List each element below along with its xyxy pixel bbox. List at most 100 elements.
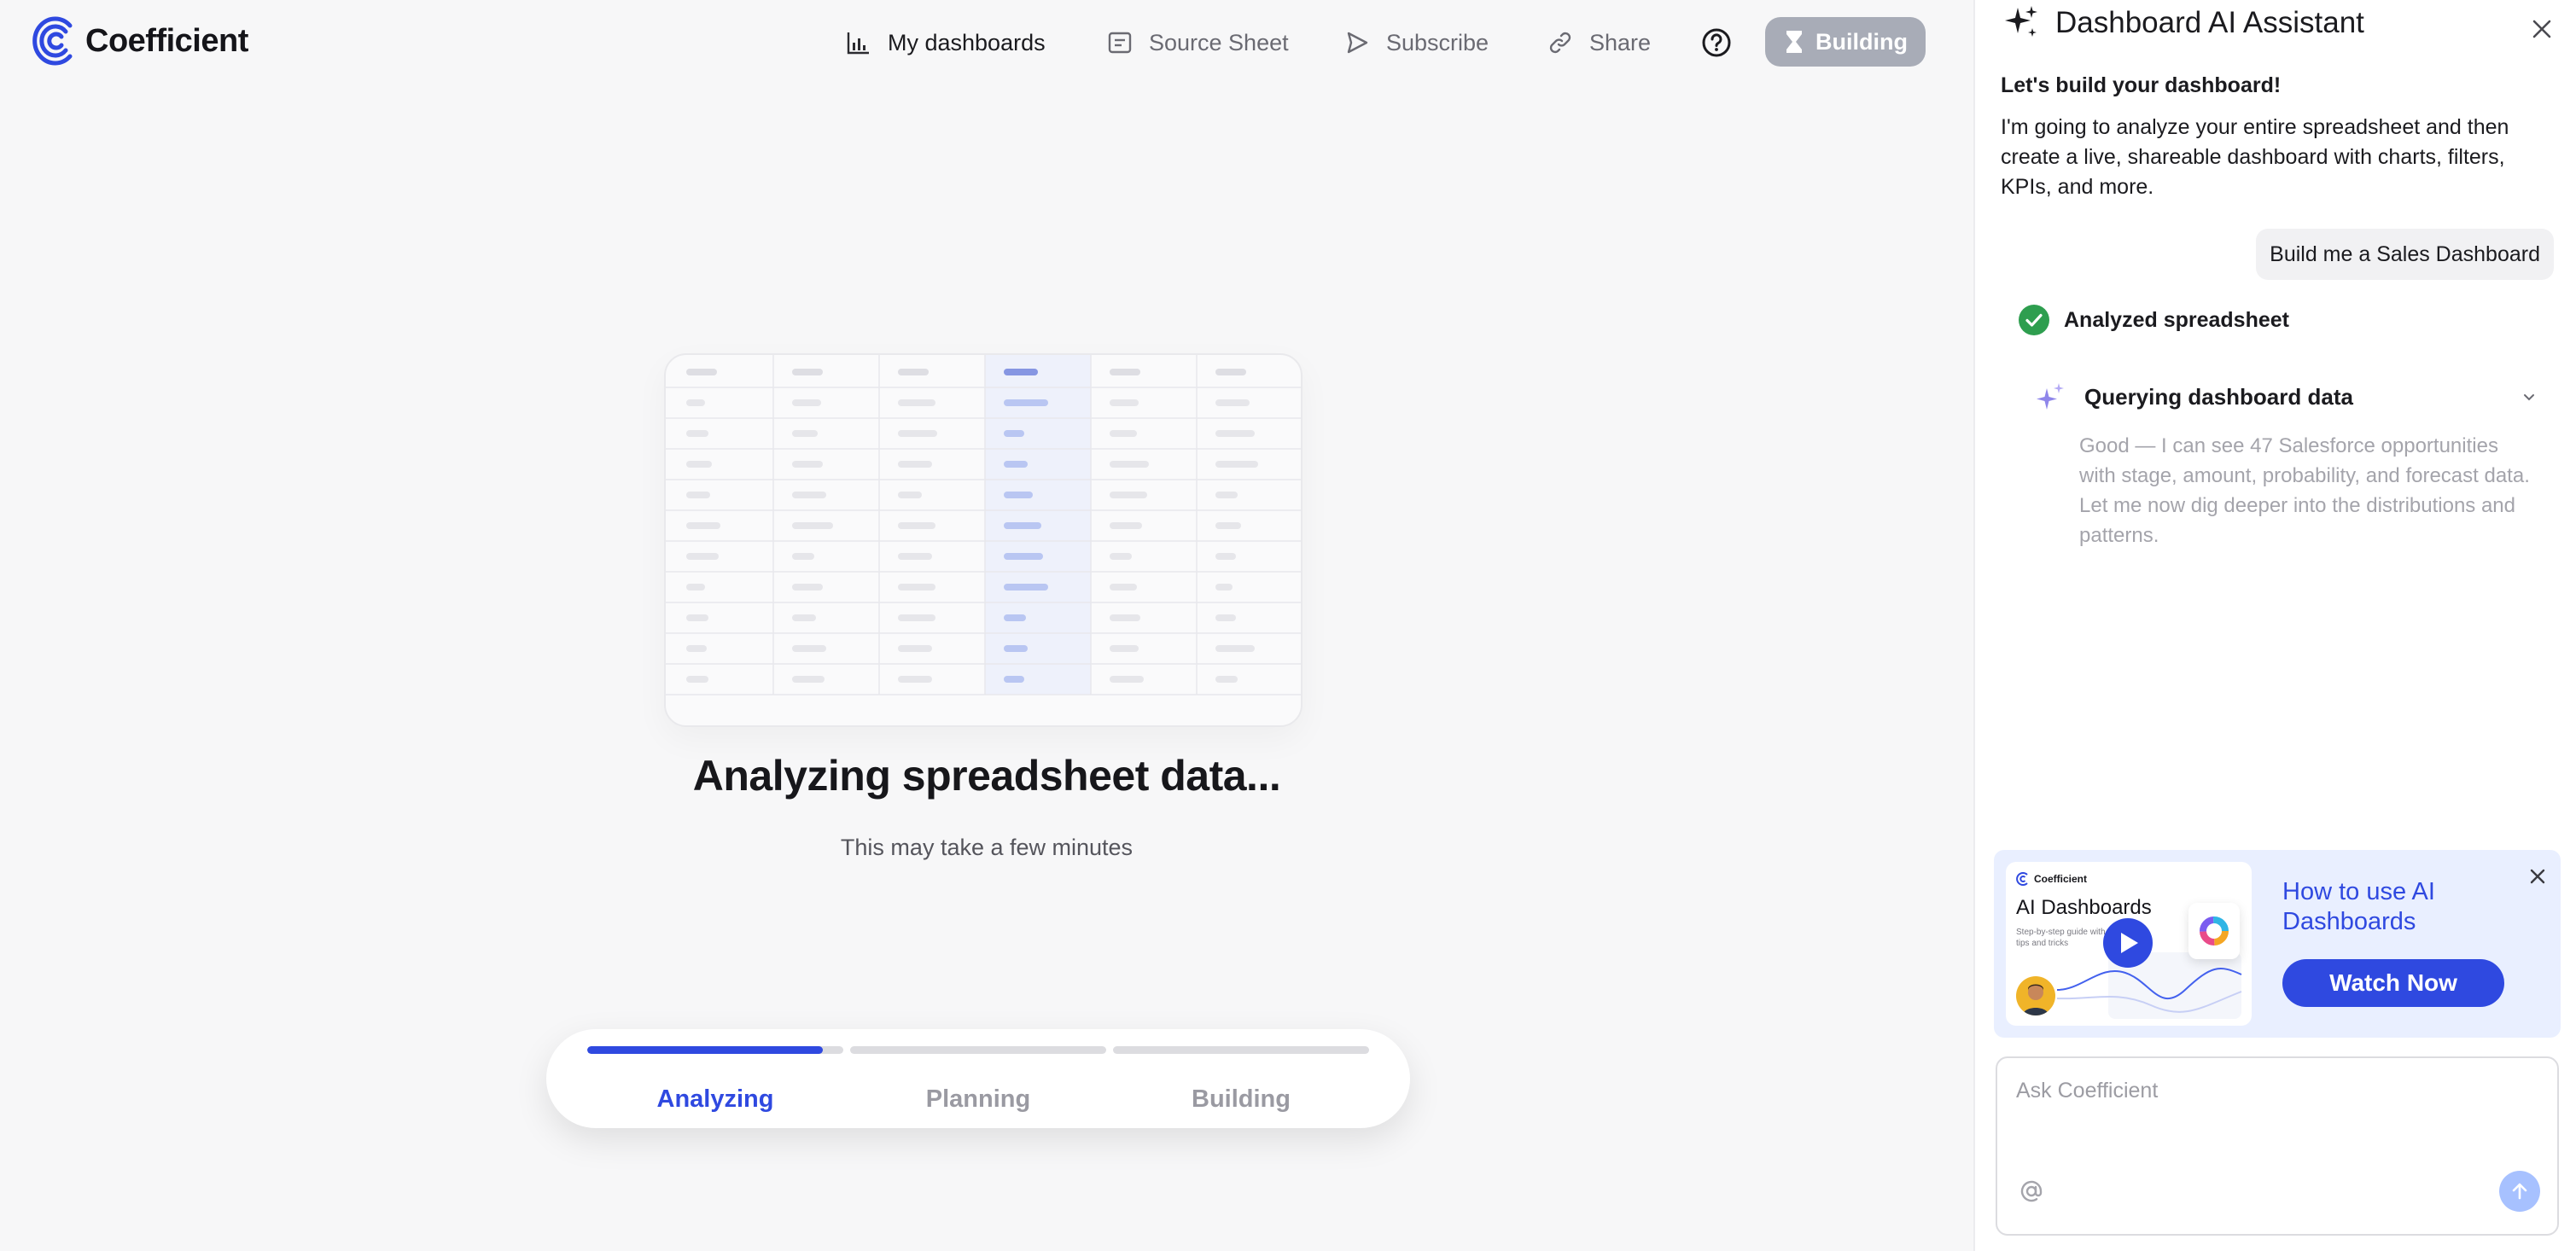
play-button[interactable]	[2103, 918, 2153, 968]
thumbnail-brand: Coefficient	[2016, 872, 2087, 886]
cell-bar	[898, 584, 935, 591]
cell-bar	[792, 645, 826, 652]
cell-bar	[1110, 430, 1137, 437]
person-avatar-icon	[2023, 984, 2049, 1015]
promo-title: How to use AI Dashboards	[2282, 878, 2435, 935]
cell-bar	[686, 614, 708, 621]
cell-bar	[686, 430, 708, 437]
cell-bar	[792, 492, 826, 498]
nav-my-dashboards-label: My dashboards	[888, 29, 1046, 55]
highlighted-cell-bar	[1004, 461, 1028, 468]
send-button[interactable]	[2499, 1171, 2540, 1212]
check-circle-icon	[2019, 305, 2049, 335]
nav-share[interactable]: Share	[1547, 19, 1651, 67]
cell-bar	[792, 399, 821, 406]
analyzing-title: Analyzing spreadsheet data...	[692, 752, 1281, 800]
nav-share-label: Share	[1589, 29, 1652, 55]
nav-subscribe-label: Subscribe	[1386, 29, 1489, 55]
cell-bar	[1110, 676, 1144, 683]
brand-logo[interactable]: Coefficient	[29, 14, 248, 68]
dashboards-icon	[847, 32, 869, 55]
cell-bar	[898, 369, 929, 375]
nav-subscribe[interactable]: Subscribe	[1343, 19, 1489, 67]
brand-name: Coefficient	[85, 22, 248, 59]
help-icon[interactable]	[1699, 26, 1734, 60]
cell-bar	[1215, 676, 1238, 683]
arrow-up-icon	[2512, 1183, 2527, 1200]
cell-bar	[1215, 645, 1255, 652]
highlighted-cell-bar	[1004, 645, 1028, 652]
cell-bar	[792, 553, 814, 560]
progress-stepper: Analyzing Planning Building	[546, 1029, 1410, 1128]
promo-card: Coefficient AI Dashboards Step-by-step g…	[1994, 850, 2561, 1038]
cell-bar	[1215, 492, 1238, 498]
close-icon[interactable]	[2526, 865, 2549, 887]
watch-now-button[interactable]: Watch Now	[2282, 959, 2504, 1007]
completed-step-label: Analyzed spreadsheet	[2064, 307, 2289, 332]
chevron-down-icon	[2524, 394, 2534, 401]
cell-bar	[898, 614, 935, 621]
step-analyzing-fill	[587, 1046, 823, 1054]
at-mention-icon[interactable]	[2018, 1178, 2045, 1205]
cell-bar	[686, 645, 707, 652]
cell-bar	[1110, 492, 1147, 498]
cell-bar	[898, 461, 932, 468]
highlighted-cell-bar	[1004, 492, 1033, 498]
cell-bar	[898, 430, 937, 437]
donut-chart-icon	[2200, 916, 2229, 946]
step-planning-track	[850, 1046, 1106, 1054]
cell-bar	[898, 492, 922, 498]
sparkles-icon	[2005, 6, 2037, 37]
thumbnail-donut-card	[2188, 903, 2240, 959]
nav-source-sheet[interactable]: Source Sheet	[1106, 19, 1289, 67]
cell-bar	[686, 492, 710, 498]
cell-bar	[898, 553, 932, 560]
highlighted-cell-bar	[1004, 369, 1038, 375]
cell-bar	[686, 676, 708, 683]
cell-bar	[1110, 399, 1139, 406]
top-bar: Coefficient My dashboards Source Sheet S…	[0, 0, 1973, 85]
assistant-header: Dashboard AI Assistant	[2001, 0, 2364, 46]
cell-bar	[792, 461, 823, 468]
cell-bar	[1110, 584, 1137, 591]
running-step-toggle[interactable]: Querying dashboard data	[2033, 379, 2545, 415]
building-status-button[interactable]: Building	[1765, 17, 1926, 67]
building-status-label: Building	[1815, 28, 1908, 55]
cell-bar	[792, 522, 833, 529]
coefficient-logo-icon	[32, 16, 73, 66]
step-building-label: Building	[1192, 1085, 1291, 1113]
cell-bar	[1215, 614, 1236, 621]
sheet-icon	[1108, 32, 1132, 54]
highlighted-cell-bar	[1004, 553, 1043, 560]
cell-bar	[1110, 645, 1139, 652]
cell-bar	[686, 553, 719, 560]
cell-bar	[1110, 369, 1140, 375]
ask-input[interactable]	[2016, 1079, 2537, 1155]
cell-bar	[898, 676, 932, 683]
close-icon[interactable]	[2528, 15, 2556, 43]
highlighted-cell-bar	[1004, 676, 1024, 683]
highlighted-cell-bar	[1004, 614, 1026, 621]
cell-bar	[686, 399, 705, 406]
cell-bar	[686, 461, 712, 468]
main-area: Coefficient My dashboards Source Sheet S…	[0, 0, 1973, 1251]
cell-bar	[1110, 553, 1132, 560]
thumbnail-brand-name: Coefficient	[2034, 873, 2088, 885]
cell-bar	[1215, 430, 1255, 437]
analyzing-subtitle: This may take a few minutes	[840, 835, 1134, 860]
promo-video-thumbnail[interactable]: Coefficient AI Dashboards Step-by-step g…	[2006, 862, 2252, 1026]
assistant-panel: Dashboard AI Assistant Let's build your …	[1973, 0, 2576, 1251]
step-analyzing-label: Analyzing	[656, 1085, 774, 1113]
cell-bar	[792, 430, 818, 437]
cell-bar	[1215, 584, 1233, 591]
step-analyzing-track	[587, 1046, 843, 1054]
cell-bar	[686, 522, 720, 529]
cell-bar	[898, 399, 935, 406]
cell-bar	[792, 584, 823, 591]
cell-bar	[1110, 614, 1140, 621]
nav-my-dashboards[interactable]: My dashboards	[845, 19, 1046, 67]
assistant-title: Dashboard AI Assistant	[2055, 6, 2364, 39]
presenter-avatar	[2016, 976, 2055, 1015]
cell-bar	[686, 369, 717, 375]
cell-bar	[686, 584, 705, 591]
